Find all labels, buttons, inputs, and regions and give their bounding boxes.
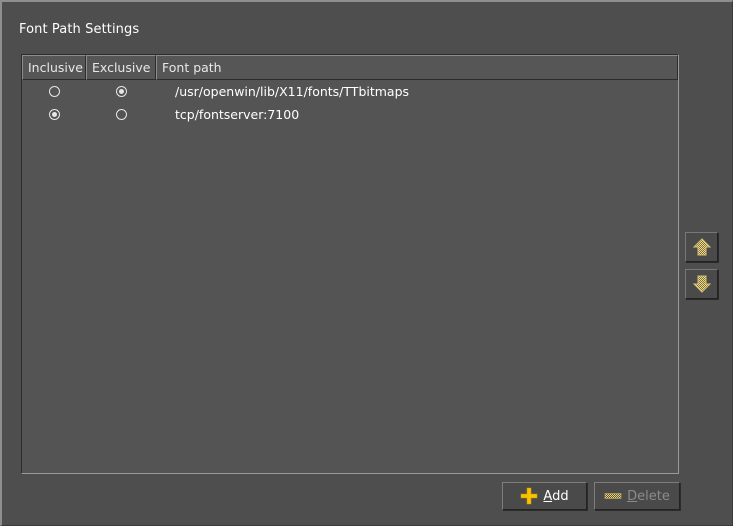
move-down-button[interactable] [685,269,718,299]
table-row[interactable]: tcp/fontserver:7100 [22,103,678,126]
delete-accel-char: D [627,488,638,504]
add-accel-char: A [543,488,553,504]
cell-inclusive[interactable] [22,86,86,97]
radio-exclusive[interactable] [115,86,127,97]
move-up-button[interactable] [685,232,718,262]
column-header-exclusive[interactable]: Exclusive [86,55,156,80]
table-body: /usr/openwin/lib/X11/fonts/TTbitmaps tcp… [22,80,678,473]
cell-font-path[interactable]: /usr/openwin/lib/X11/fonts/TTbitmaps [156,84,678,99]
delete-label-rest: elete [637,488,670,504]
minus-icon [604,491,622,501]
add-label-rest: dd [552,488,569,504]
cell-exclusive[interactable] [86,86,156,97]
delete-button[interactable]: Delete [594,482,680,510]
arrow-down-icon [692,274,712,294]
plus-icon [520,487,538,505]
delete-button-label: Delete [627,489,670,504]
font-path-list-panel: Inclusive Exclusive Font path /usr/openw… [21,54,679,474]
page-title: Font Path Settings [19,22,140,37]
cell-exclusive[interactable] [86,109,156,120]
window-frame: Font Path Settings Inclusive Exclusive F… [0,0,733,526]
add-button[interactable]: Add [502,482,587,510]
radio-inclusive[interactable] [48,109,60,120]
table-header-row: Inclusive Exclusive Font path [22,55,678,80]
column-header-inclusive[interactable]: Inclusive [22,55,86,80]
add-button-label: Add [543,489,568,504]
table-row[interactable]: /usr/openwin/lib/X11/fonts/TTbitmaps [22,80,678,103]
cell-font-path[interactable]: tcp/fontserver:7100 [156,107,678,122]
arrow-up-icon [692,237,712,257]
radio-exclusive[interactable] [115,109,127,120]
radio-inclusive[interactable] [48,86,60,97]
column-header-font-path[interactable]: Font path [156,55,678,80]
cell-inclusive[interactable] [22,109,86,120]
